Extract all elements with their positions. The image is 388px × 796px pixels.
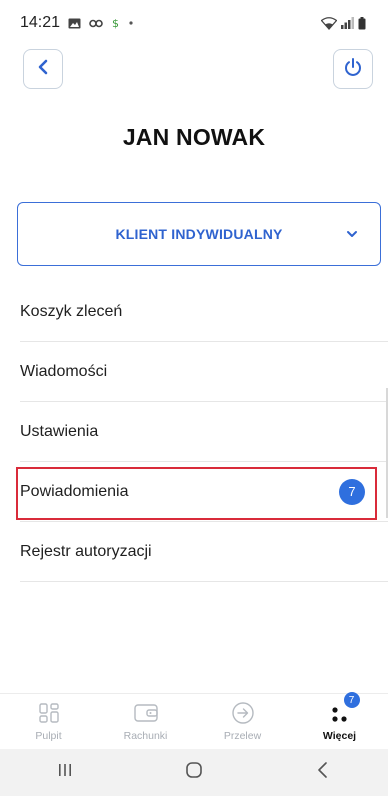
grid-icon [36, 700, 62, 726]
tab-label: Rachunki [123, 730, 168, 742]
back-button[interactable] [23, 49, 63, 89]
user-name: JAN NOWAK [122, 124, 266, 150]
recent-apps-button[interactable] [35, 753, 95, 793]
bottom-tab-bar: Pulpit Rachunki Przelew 7 Więcej [0, 692, 388, 750]
home-button[interactable] [164, 753, 224, 793]
client-type-label: KLIENT INDYWIDUALNY [115, 226, 283, 242]
menu-item-settings[interactable]: Ustawienia [20, 402, 388, 462]
battery-icon [358, 16, 366, 30]
power-icon [343, 57, 363, 82]
tab-dashboard[interactable]: Pulpit [0, 694, 97, 750]
menu-item-messages[interactable]: Wiadomości [20, 342, 388, 402]
wallet-icon [133, 700, 159, 726]
chevron-down-icon [346, 230, 358, 238]
svg-text:$: $ [112, 17, 119, 29]
menu-item-label: Rejestr autoryzacji [20, 542, 152, 560]
status-right [321, 16, 366, 30]
recent-apps-icon [57, 762, 73, 783]
status-time: 14:21 [20, 14, 61, 31]
signal-icon [341, 17, 354, 29]
status-left: 14:21 $ [20, 14, 134, 32]
menu-item-orders-basket[interactable]: Koszyk zleceń [20, 282, 388, 342]
dots-icon: 7 [327, 692, 360, 726]
system-back-button[interactable] [293, 753, 353, 793]
arrow-circle-icon [230, 700, 256, 726]
gallery-icon [68, 18, 81, 29]
logout-button[interactable] [333, 49, 373, 89]
client-type-select[interactable]: KLIENT INDYWIDUALNY [17, 202, 381, 266]
menu-item-label: Ustawienia [20, 422, 99, 440]
menu-item-label: Koszyk zleceń [20, 302, 123, 320]
link-icon [89, 19, 103, 28]
menu-item-authorization-log[interactable]: Rejestr autoryzacji [20, 522, 388, 582]
dollar-icon: $ [111, 17, 120, 29]
more-badge: 7 [343, 692, 360, 708]
menu-list: Koszyk zleceń Wiadomości Ustawienia Powi… [20, 282, 388, 582]
home-icon [185, 761, 203, 784]
tab-label: Przelew [223, 730, 262, 742]
tab-label: Pulpit [35, 730, 62, 742]
tab-accounts[interactable]: Rachunki [97, 694, 194, 750]
menu-item-label: Wiadomości [20, 362, 108, 380]
status-bar: 14:21 $ [0, 0, 388, 46]
menu-item-label: Powiadomienia [20, 482, 129, 500]
tab-label: Więcej [322, 730, 357, 742]
notification-badge: 7 [339, 478, 365, 505]
system-nav-bar [0, 749, 388, 796]
back-arrow-icon [316, 761, 330, 784]
dot-icon [128, 20, 134, 26]
chevron-left-icon [36, 59, 50, 80]
menu-item-notifications[interactable]: Powiadomienia 7 [20, 462, 388, 522]
tab-transfer[interactable]: Przelew [194, 694, 291, 750]
tab-more[interactable]: 7 Więcej [291, 692, 388, 750]
wifi-icon [321, 16, 337, 30]
